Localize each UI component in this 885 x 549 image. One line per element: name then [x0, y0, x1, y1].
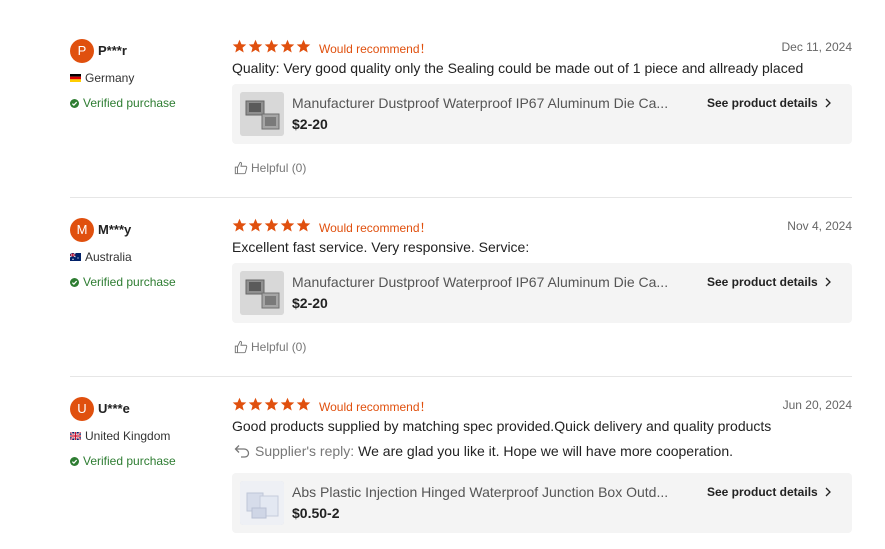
country-label: Germany	[85, 71, 135, 85]
star-icon	[264, 39, 279, 53]
avatar: U	[70, 397, 94, 421]
star-icon	[248, 397, 263, 411]
star-rating	[232, 218, 311, 233]
product-name[interactable]: Manufacturer Dustproof Waterproof IP67 A…	[292, 95, 692, 111]
review-text: Good products supplied by matching spec …	[232, 418, 772, 434]
uk-flag-icon	[70, 432, 81, 440]
supplier-reply-text: We are glad you like it. Hope we will ha…	[358, 443, 733, 459]
australia-flag-icon	[70, 253, 81, 261]
supplier-reply: Supplier's reply: We are glad you like i…	[234, 443, 733, 459]
star-icon	[280, 397, 295, 411]
thumbs-up-icon	[234, 340, 248, 354]
product-name[interactable]: Abs Plastic Injection Hinged Waterproof …	[292, 484, 692, 500]
reviewer-country: Australia	[70, 250, 132, 264]
see-product-details-link[interactable]: See product details	[707, 96, 832, 110]
details-label[interactable]: See product details	[707, 275, 818, 289]
verified-purchase-badge: Verified purchase	[70, 275, 176, 289]
avatar: M	[70, 218, 94, 242]
chevron-right-icon	[825, 277, 831, 287]
check-circle-icon	[70, 456, 79, 466]
verified-label: Verified purchase	[83, 275, 176, 289]
reviewer-name: P***r	[98, 43, 127, 58]
helpful-button[interactable]: Helpful (0)	[234, 161, 306, 175]
review-text: Excellent fast service. Very responsive.…	[232, 239, 530, 255]
helpful-label[interactable]: Helpful (0)	[251, 340, 306, 354]
recommend-label: Would recommend！	[319, 221, 432, 235]
see-product-details-link[interactable]: See product details	[707, 275, 832, 289]
verified-label: Verified purchase	[83, 454, 176, 468]
reply-arrow-icon	[234, 445, 250, 458]
see-product-details-link[interactable]: See product details	[707, 485, 832, 499]
chevron-right-icon	[825, 487, 831, 497]
product-name[interactable]: Manufacturer Dustproof Waterproof IP67 A…	[292, 274, 692, 290]
reviewer-country: United Kingdom	[70, 429, 170, 443]
verified-label: Verified purchase	[83, 96, 176, 110]
star-icon	[280, 218, 295, 232]
check-circle-icon	[70, 98, 79, 108]
product-card[interactable]: Manufacturer Dustproof Waterproof IP67 A…	[232, 84, 852, 144]
product-price: $2-20	[292, 295, 328, 311]
chevron-right-icon	[825, 98, 831, 108]
product-card[interactable]: Manufacturer Dustproof Waterproof IP67 A…	[232, 263, 852, 323]
reviewer-country: Germany	[70, 71, 134, 85]
star-rating	[232, 39, 311, 54]
divider	[70, 197, 852, 198]
divider	[70, 376, 852, 377]
star-icon	[232, 39, 247, 53]
star-icon	[264, 397, 279, 411]
product-price: $2-20	[292, 116, 328, 132]
product-thumbnail[interactable]	[240, 92, 284, 136]
helpful-label[interactable]: Helpful (0)	[251, 161, 306, 175]
thumbs-up-icon	[234, 161, 248, 175]
country-label: United Kingdom	[85, 429, 171, 443]
review-date: Dec 11, 2024	[781, 40, 853, 54]
star-icon	[232, 218, 247, 232]
germany-flag-icon	[70, 74, 81, 82]
star-icon	[248, 39, 263, 53]
supplier-reply-label: Supplier's reply:	[255, 443, 355, 459]
helpful-button[interactable]: Helpful (0)	[234, 340, 306, 354]
star-icon	[248, 218, 263, 232]
product-price: $0.50-2	[292, 505, 340, 521]
reviewer-name: U***e	[98, 401, 130, 416]
country-label: Australia	[85, 250, 132, 264]
details-label[interactable]: See product details	[707, 485, 818, 499]
reviewer-name: M***y	[98, 222, 132, 237]
star-rating	[232, 397, 311, 412]
star-icon	[264, 218, 279, 232]
star-icon	[296, 397, 311, 411]
product-thumbnail[interactable]	[240, 271, 284, 315]
star-icon	[296, 39, 311, 53]
details-label[interactable]: See product details	[707, 96, 818, 110]
recommend-label: Would recommend！	[319, 42, 432, 56]
star-icon	[280, 39, 295, 53]
recommend-label: Would recommend！	[319, 400, 432, 414]
product-card[interactable]: Abs Plastic Injection Hinged Waterproof …	[232, 473, 852, 533]
review-date: Jun 20, 2024	[782, 398, 852, 412]
avatar: P	[70, 39, 94, 63]
check-circle-icon	[70, 277, 79, 287]
star-icon	[296, 218, 311, 232]
product-thumbnail[interactable]	[240, 481, 284, 525]
review-text: Quality: Very good quality only the Seal…	[232, 60, 804, 76]
verified-purchase-badge: Verified purchase	[70, 454, 176, 468]
review-date: Nov 4, 2024	[787, 219, 852, 233]
verified-purchase-badge: Verified purchase	[70, 96, 176, 110]
star-icon	[232, 397, 247, 411]
